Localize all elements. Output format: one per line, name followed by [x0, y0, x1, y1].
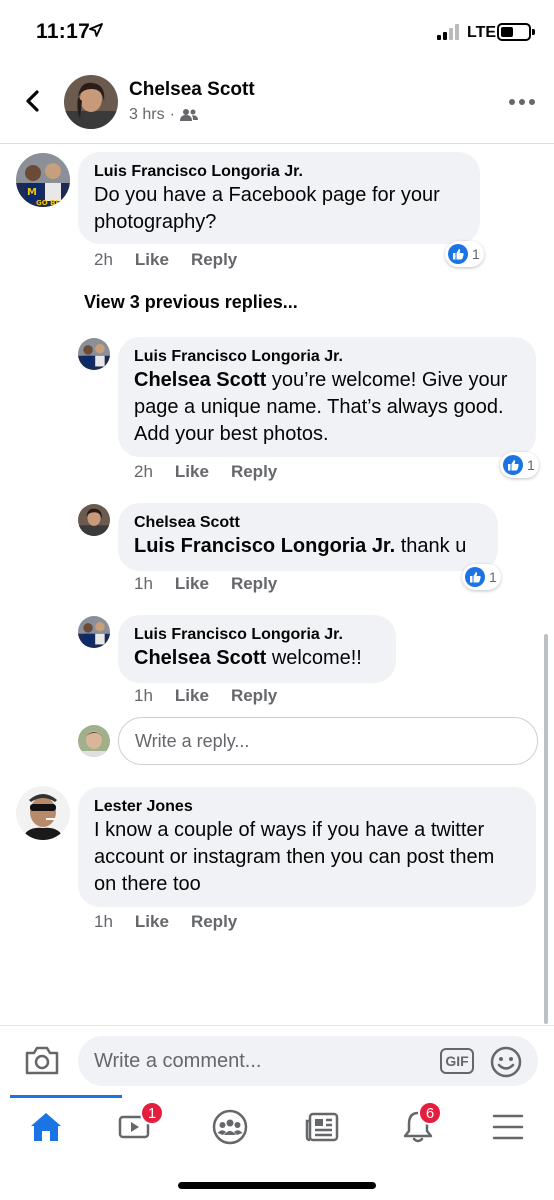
like-reaction-icon: [448, 244, 468, 264]
commenter-avatar[interactable]: [78, 616, 110, 648]
groups-icon: [212, 1109, 248, 1145]
commenter-avatar[interactable]: [78, 504, 110, 536]
scrollbar[interactable]: [544, 634, 548, 1024]
view-previous-replies-link[interactable]: View 3 previous replies...: [84, 292, 298, 313]
reaction-count: 1: [489, 569, 497, 585]
reply-time[interactable]: 1h: [134, 686, 153, 706]
comment-time[interactable]: 2h: [94, 250, 113, 270]
like-button[interactable]: Like: [175, 462, 209, 482]
comment-author[interactable]: Lester Jones: [94, 797, 520, 817]
my-avatar: [78, 725, 110, 757]
commenter-avatar[interactable]: [78, 338, 110, 370]
mention-link[interactable]: Luis Francisco Longoria Jr.: [134, 535, 395, 557]
author-name[interactable]: Chelsea Scott: [129, 79, 255, 101]
reply-author[interactable]: Chelsea Scott: [134, 513, 482, 533]
tab-bar: 1 6: [0, 1095, 554, 1165]
post-header: Chelsea Scott 3 hrs ·: [0, 66, 554, 144]
location-arrow-icon: [89, 23, 103, 37]
comment-composer: Write a comment... GIF: [0, 1025, 554, 1095]
tab-watch[interactable]: 1: [95, 1095, 175, 1159]
reply-time[interactable]: 1h: [134, 574, 153, 594]
tab-groups[interactable]: [190, 1095, 270, 1159]
reply-input-placeholder: Write a reply...: [135, 730, 250, 751]
menu-icon: [492, 1114, 524, 1140]
network-type: LTE: [467, 24, 497, 41]
friends-icon: [179, 109, 198, 121]
tab-news[interactable]: [283, 1095, 363, 1159]
reply-button[interactable]: Reply: [191, 912, 237, 932]
reaction-count: 1: [527, 457, 535, 473]
reply-author[interactable]: Luis Francisco Longoria Jr.: [134, 625, 380, 645]
comment-text: I know a couple of ways if you have a tw…: [94, 819, 495, 895]
comment-bubble[interactable]: Luis Francisco Longoria Jr. Do you have …: [78, 152, 480, 244]
like-button[interactable]: Like: [175, 686, 209, 706]
comment-author[interactable]: Luis Francisco Longoria Jr.: [94, 162, 464, 182]
svg-text:GO BLUE: GO BLUE: [36, 199, 70, 207]
author-avatar[interactable]: [64, 75, 118, 129]
status-bar: 11:17 LTE: [0, 0, 554, 66]
reply-actions: 2h Like Reply: [134, 462, 299, 482]
like-reaction-icon: [465, 567, 485, 587]
tab-menu[interactable]: [468, 1095, 548, 1159]
comment-text: Do you have a Facebook page for your pho…: [94, 184, 440, 233]
mention-link[interactable]: Chelsea Scott: [134, 369, 266, 391]
reply-time[interactable]: 2h: [134, 462, 153, 482]
like-button[interactable]: Like: [175, 574, 209, 594]
reply-button[interactable]: Reply: [231, 574, 277, 594]
comment-input-placeholder: Write a comment...: [94, 1049, 262, 1072]
reply-author[interactable]: Luis Francisco Longoria Jr.: [134, 347, 520, 367]
reply-input[interactable]: Write a reply...: [118, 717, 538, 765]
post-meta: 3 hrs ·: [129, 106, 198, 124]
mention-link[interactable]: Chelsea Scott: [134, 647, 266, 669]
signal-icon: [437, 24, 459, 40]
reply-bubble[interactable]: Luis Francisco Longoria Jr. Chelsea Scot…: [118, 337, 536, 457]
news-icon: [305, 1112, 339, 1142]
reply-button[interactable]: Reply: [231, 462, 277, 482]
comment-actions: 2h Like Reply: [94, 250, 259, 270]
camera-icon[interactable]: [24, 1044, 60, 1076]
reply-bubble[interactable]: Luis Francisco Longoria Jr. Chelsea Scot…: [118, 615, 396, 683]
reply-button[interactable]: Reply: [231, 686, 277, 706]
status-time: 11:17: [36, 20, 91, 43]
tab-notifications[interactable]: 6: [378, 1095, 458, 1159]
reply-actions: 1h Like Reply: [134, 574, 299, 594]
emoji-icon[interactable]: [490, 1046, 522, 1078]
reply-actions: 1h Like Reply: [134, 686, 299, 706]
notifications-badge: 6: [418, 1101, 442, 1125]
commenter-avatar[interactable]: [16, 786, 70, 840]
reply-bubble[interactable]: Chelsea Scott Luis Francisco Longoria Jr…: [118, 503, 498, 571]
like-button[interactable]: Like: [135, 912, 169, 932]
commenter-avatar[interactable]: M GO BLUE: [16, 153, 70, 207]
gif-button[interactable]: GIF: [440, 1048, 474, 1074]
comment-bubble[interactable]: Lester Jones I know a couple of ways if …: [78, 787, 536, 907]
reply-text: thank u: [395, 535, 467, 557]
home-indicator[interactable]: [178, 1182, 376, 1189]
like-button[interactable]: Like: [135, 250, 169, 270]
back-arrow-icon[interactable]: [18, 86, 48, 116]
reaction-count: 1: [472, 246, 480, 262]
like-reaction-icon: [503, 455, 523, 475]
battery-icon: [497, 23, 535, 41]
reaction-summary[interactable]: 1: [445, 241, 484, 267]
reply-text: welcome!!: [266, 647, 362, 669]
comment-time[interactable]: 1h: [94, 912, 113, 932]
tab-home[interactable]: [6, 1095, 122, 1159]
meta-separator: ·: [169, 106, 175, 123]
comment-actions: 1h Like Reply: [94, 912, 259, 932]
reaction-summary[interactable]: 1: [500, 452, 539, 478]
watch-badge: 1: [140, 1101, 164, 1125]
reaction-summary[interactable]: 1: [462, 564, 501, 590]
post-time[interactable]: 3 hrs: [129, 106, 165, 124]
more-icon[interactable]: [508, 98, 536, 106]
svg-text:M: M: [27, 187, 37, 198]
home-icon: [31, 1113, 61, 1141]
reply-button[interactable]: Reply: [191, 250, 237, 270]
